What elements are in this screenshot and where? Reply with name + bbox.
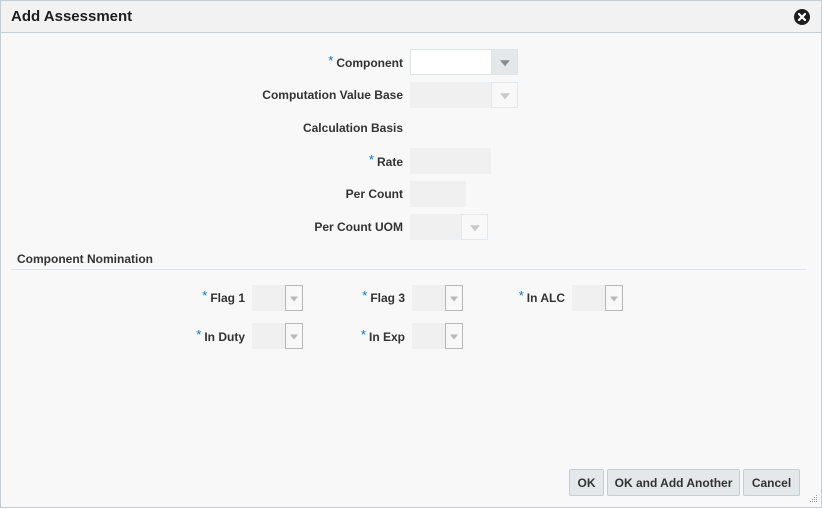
flag3-dropdown-button[interactable]: [445, 285, 463, 311]
component-dropdown-button[interactable]: [491, 49, 518, 75]
dialog-title: Add Assessment: [11, 8, 133, 25]
rate-input: [410, 148, 491, 174]
computation-value-base-select: [410, 82, 518, 108]
chevron-down-icon: [290, 334, 298, 340]
required-icon: *: [202, 288, 208, 303]
in-exp-dropdown-button[interactable]: [445, 323, 463, 349]
component-label-text: Component: [336, 56, 403, 70]
chevron-down-icon: [469, 225, 480, 232]
component-label: * Component: [328, 53, 403, 70]
component-nomination-header: Component Nomination: [17, 252, 153, 266]
chevron-down-icon: [499, 60, 510, 67]
per-count-uom-select: [410, 214, 488, 240]
flag1-label: * Flag 1: [202, 288, 245, 305]
rate-label: * Rate: [368, 152, 403, 169]
component-select-field[interactable]: [410, 49, 492, 75]
section-divider: [11, 269, 806, 270]
close-icon[interactable]: [794, 9, 810, 25]
in-exp-select[interactable]: [412, 323, 463, 349]
per-count-uom-dropdown-button: [461, 214, 488, 240]
chevron-down-icon: [610, 296, 618, 302]
chevron-down-icon: [450, 334, 458, 340]
in-duty-select[interactable]: [252, 323, 303, 349]
flag3-field[interactable]: [412, 285, 446, 311]
per-count-uom-label: Per Count UOM: [314, 220, 403, 234]
flag3-label: * Flag 3: [362, 288, 405, 305]
cancel-button[interactable]: Cancel: [743, 469, 800, 496]
computation-value-base-dropdown-button: [491, 82, 518, 108]
in-duty-dropdown-button[interactable]: [285, 323, 303, 349]
required-icon: *: [362, 288, 368, 303]
flag3-label-text: Flag 3: [370, 291, 405, 305]
in-duty-label-text: In Duty: [204, 330, 245, 344]
in-exp-label: * In Exp: [360, 327, 405, 344]
flag1-field[interactable]: [252, 285, 286, 311]
required-icon: *: [368, 152, 374, 167]
resize-grip-icon[interactable]: [807, 491, 819, 503]
in-exp-label-text: In Exp: [368, 330, 405, 344]
per-count-label: Per Count: [345, 187, 403, 201]
required-icon: *: [360, 327, 366, 342]
required-icon: *: [196, 327, 202, 342]
add-assessment-dialog: Add Assessment * Component Computation Va…: [0, 0, 822, 508]
ok-button[interactable]: OK: [569, 469, 604, 496]
ok-and-add-another-button[interactable]: OK and Add Another: [607, 469, 740, 496]
computation-value-base-label: Computation Value Base: [262, 88, 403, 102]
required-icon: *: [518, 288, 524, 303]
flag1-select[interactable]: [252, 285, 303, 311]
in-alc-dropdown-button[interactable]: [605, 285, 623, 311]
dialog-titlebar: Add Assessment: [1, 1, 821, 33]
calculation-basis-label: Calculation Basis: [302, 121, 403, 135]
computation-value-base-field: [410, 82, 492, 108]
rate-label-text: Rate: [376, 155, 403, 169]
in-alc-label: * In ALC: [518, 288, 565, 305]
chevron-down-icon: [499, 93, 510, 100]
chevron-down-icon: [290, 296, 298, 302]
in-duty-field[interactable]: [252, 323, 286, 349]
flag3-select[interactable]: [412, 285, 463, 311]
component-select[interactable]: [410, 49, 518, 75]
per-count-uom-field: [410, 214, 462, 240]
in-alc-field[interactable]: [572, 285, 606, 311]
per-count-input: [410, 181, 466, 207]
required-icon: *: [328, 53, 334, 68]
in-alc-label-text: In ALC: [526, 291, 565, 305]
in-exp-field[interactable]: [412, 323, 446, 349]
chevron-down-icon: [450, 296, 458, 302]
in-alc-select[interactable]: [572, 285, 623, 311]
flag1-dropdown-button[interactable]: [285, 285, 303, 311]
in-duty-label: * In Duty: [196, 327, 245, 344]
flag1-label-text: Flag 1: [210, 291, 245, 305]
